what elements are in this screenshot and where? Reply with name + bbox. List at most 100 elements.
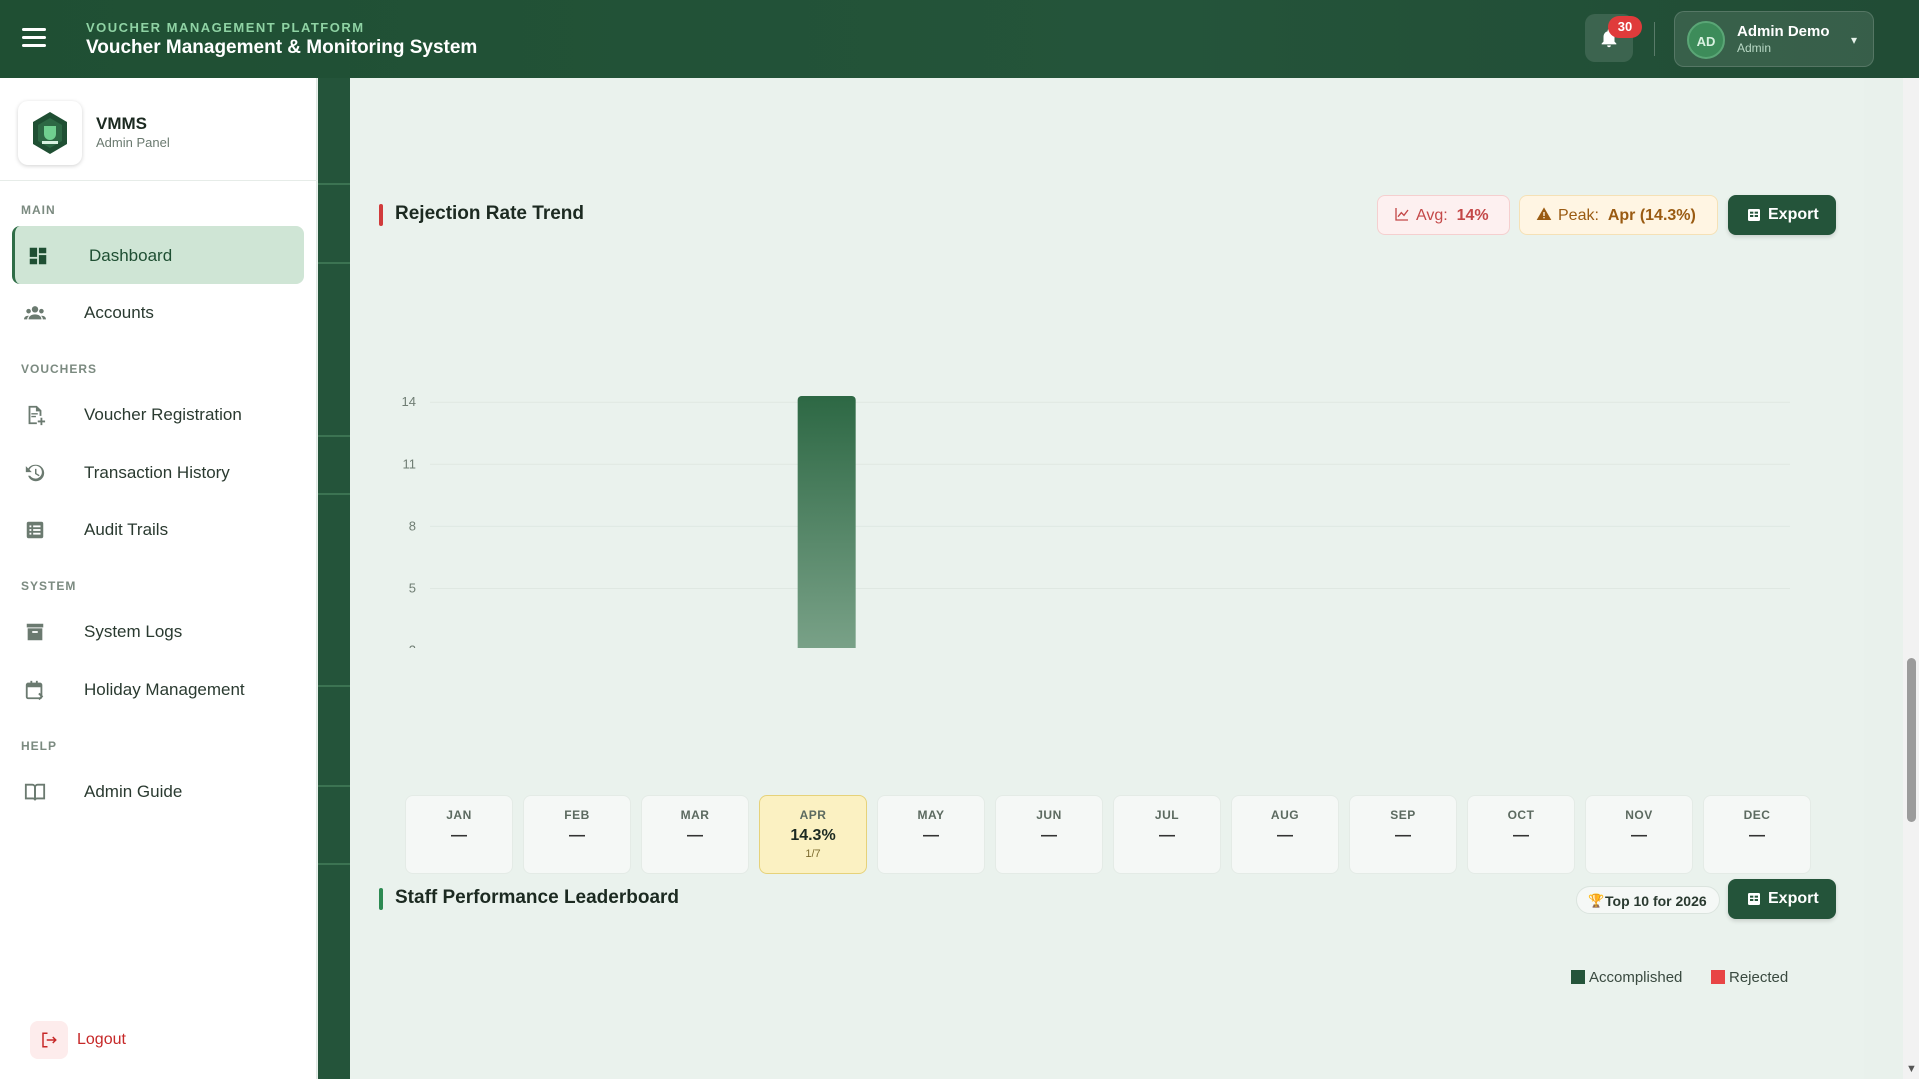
month-card-label: MAR — [680, 808, 710, 822]
sidebar-item-voucher-registration[interactable]: Voucher Registration — [12, 385, 304, 443]
sidebar-item-label: System Logs — [84, 622, 183, 641]
month-card-value: — — [687, 827, 703, 844]
y-tick-label: 2 — [409, 643, 416, 648]
sidebar-item-label: Audit Trails — [84, 520, 169, 539]
top10-badge: 🏆 Top 10 for 2026 — [1576, 886, 1720, 914]
scrollbar-thumb[interactable] — [1907, 658, 1916, 822]
bar-apr[interactable] — [797, 396, 856, 648]
spreadsheet-icon — [1748, 209, 1760, 221]
sidebar-item-holiday-management[interactable]: Holiday Management — [12, 660, 304, 718]
notification-badge: 30 — [1608, 16, 1642, 38]
month-card-label: MAY — [917, 808, 945, 822]
month-card-dec[interactable]: DEC — — [1703, 795, 1811, 874]
document-add-icon — [28, 405, 46, 426]
strip-line — [318, 493, 350, 495]
top-header: VOUCHER MANAGEMENT PLATFORM Voucher Mana… — [0, 0, 1919, 78]
legend-label: Rejected — [1729, 969, 1789, 986]
y-tick-label: 8 — [409, 518, 416, 533]
month-card-label: FEB — [564, 808, 590, 822]
month-card-label: NOV — [1625, 808, 1653, 822]
sidebar-item-admin-guide[interactable]: Admin Guide — [12, 762, 304, 820]
export-label: Export — [1768, 206, 1819, 223]
month-card-sub: 1/7 — [805, 848, 821, 860]
month-card-oct[interactable]: OCT — — [1467, 795, 1575, 874]
month-card-label: SEP — [1390, 808, 1416, 822]
month-card-label: AUG — [1270, 808, 1300, 822]
users-icon — [24, 306, 46, 320]
sidebar-item-system-logs[interactable]: System Logs — [12, 602, 304, 660]
rejection-chart-title: Rejection Rate Trend — [395, 203, 584, 224]
app-logo — [18, 101, 82, 165]
trophy-icon: 🏆 — [1588, 893, 1605, 908]
peak-label: Peak: — [1558, 207, 1599, 224]
history-icon — [25, 464, 45, 482]
sidebar: VMMS Admin Panel MAIN Dashboard Accounts… — [0, 78, 317, 1079]
section-accent-bar — [379, 888, 383, 910]
sidebar-item-accounts[interactable]: Accounts — [12, 283, 304, 341]
legend-label: Accomplished — [1589, 969, 1683, 986]
user-name: Admin Demo — [1737, 23, 1830, 40]
spreadsheet-icon — [1748, 893, 1760, 905]
month-card-apr[interactable]: APR 14.3% 1/7 — [759, 795, 867, 874]
peak-pill: Peak: Apr (14.3%) — [1519, 195, 1718, 235]
archive-icon — [26, 623, 44, 641]
strip-line — [318, 785, 350, 787]
rejection-export-button[interactable]: Export — [1728, 195, 1836, 235]
sidebar-item-label: Admin Guide — [84, 782, 183, 801]
month-card-nov[interactable]: NOV — — [1585, 795, 1693, 874]
sidebar-item-transaction-history[interactable]: Transaction History — [12, 443, 304, 501]
chevron-down-icon: ▾ — [1851, 33, 1858, 47]
strip-line — [318, 685, 350, 687]
scrollbar[interactable]: ▼ — [1903, 78, 1919, 1079]
sidebar-app-sub: Admin Panel — [96, 135, 170, 150]
strip-line — [318, 435, 350, 437]
hexagon-logo-icon — [33, 112, 67, 154]
month-card-jun[interactable]: JUN — — [995, 795, 1103, 874]
book-icon — [24, 783, 46, 801]
rejection-rate-chart: 02581114JanFebMarAprMayJunJulAugSepOctNo… — [402, 394, 1790, 648]
month-card-jan[interactable]: JAN — — [405, 795, 513, 874]
dashboard-icon — [29, 247, 47, 265]
leaderboard-export-button[interactable]: Export — [1728, 879, 1836, 919]
month-card-value: — — [1159, 827, 1175, 844]
month-card-sep[interactable]: SEP — — [1349, 795, 1457, 874]
avg-value: 14% — [1456, 207, 1489, 224]
sidebar-item-audit-trails[interactable]: Audit Trails — [12, 500, 304, 558]
background-strip — [318, 78, 350, 1079]
month-card-may[interactable]: MAY — — [877, 795, 985, 874]
month-card-value: — — [1395, 827, 1411, 844]
user-menu[interactable]: AD Admin Demo Admin ▾ — [1674, 11, 1874, 67]
month-card-label: APR — [799, 808, 827, 822]
leaderboard-title: Staff Performance Leaderboard — [395, 887, 680, 908]
top10-label: Top 10 for 2026 — [1605, 893, 1707, 909]
month-card-feb[interactable]: FEB — — [523, 795, 631, 874]
main-content: Rejection Rate Trend Avg: 14% Peak: Apr … — [350, 78, 1864, 1079]
sidebar-item-dashboard[interactable]: Dashboard — [12, 226, 304, 284]
y-tick-label: 5 — [409, 581, 416, 596]
month-card-mar[interactable]: MAR — — [641, 795, 749, 874]
export-label: Export — [1768, 890, 1819, 907]
logout-label: Logout — [77, 1031, 126, 1048]
scroll-down-arrow[interactable]: ▼ — [1906, 1063, 1917, 1075]
month-card-jul[interactable]: JUL — — [1113, 795, 1221, 874]
app-title: Voucher Management & Monitoring System — [86, 37, 478, 58]
month-card-label: JUL — [1154, 808, 1180, 822]
month-card-aug[interactable]: AUG — — [1231, 795, 1339, 874]
month-card-value: — — [923, 827, 939, 844]
month-card-value: — — [1513, 827, 1529, 844]
avg-pill: Avg: 14% — [1377, 195, 1510, 235]
sidebar-item-label: Voucher Registration — [84, 405, 242, 424]
strip-line — [318, 183, 350, 185]
header-divider — [1654, 22, 1655, 56]
strip-line — [318, 262, 350, 264]
sidebar-item-label: Transaction History — [84, 463, 230, 482]
month-card-value: — — [1041, 827, 1057, 844]
month-card-value: — — [451, 827, 467, 844]
calendar-icon — [25, 680, 44, 701]
y-tick-label: 11 — [403, 456, 417, 471]
section-vouchers: VOUCHERS — [21, 362, 98, 376]
avatar: AD — [1687, 21, 1725, 59]
hamburger-menu-icon[interactable] — [22, 28, 46, 48]
month-card-value: — — [569, 827, 585, 844]
logout-button[interactable]: Logout — [30, 1021, 190, 1059]
